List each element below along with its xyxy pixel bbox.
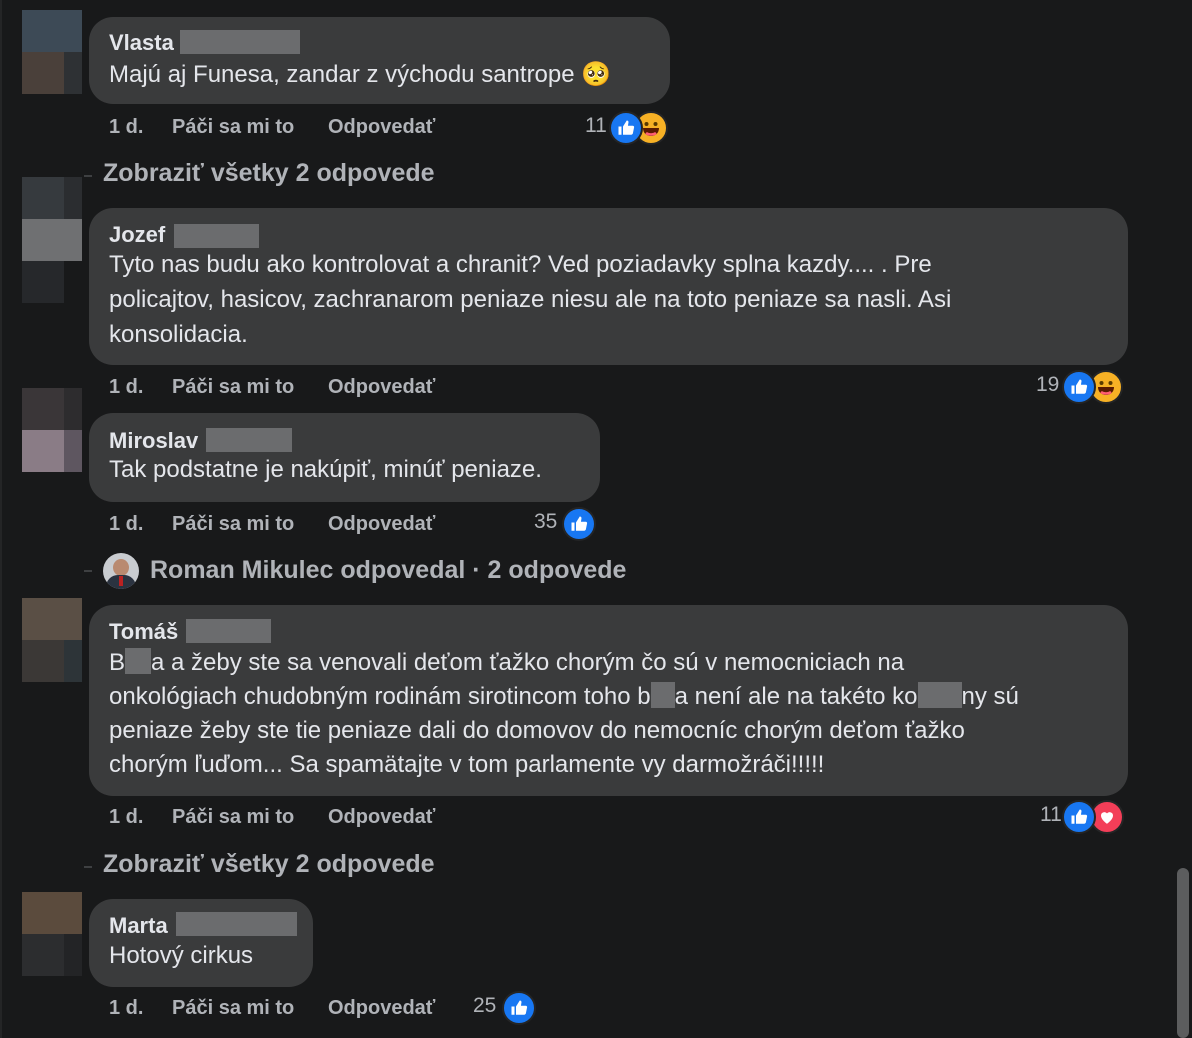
redacted-surname [186,619,271,643]
like-button[interactable]: Páči sa mi to [172,376,294,399]
comment-time[interactable]: 1 d. [109,513,143,536]
reply-connector [84,866,92,868]
comment-time[interactable]: 1 d. [109,997,143,1020]
reaction-summary[interactable]: 25 [473,991,537,1025]
reaction-count: 35 [534,510,558,533]
reply-connector [84,175,92,177]
view-replies-link[interactable]: Zobraziť všetky 2 odpovede [103,850,435,879]
comment-text-line-1: Tyto nas budu ako kontrolovat a chranit?… [109,251,932,278]
view-replies-link[interactable]: Zobraziť všetky 2 odpovede [103,159,435,188]
avatar[interactable] [22,177,82,303]
comment-text-line-2: policajtov, hasicov, zachranarom peniaze… [109,286,952,313]
avatar[interactable] [22,388,82,472]
like-button[interactable]: Páči sa mi to [172,513,294,536]
redacted-surname [176,912,297,936]
reaction-summary[interactable]: 35 [534,507,598,541]
avatar[interactable] [22,598,82,682]
reply-button[interactable]: Odpovedať [328,806,435,829]
comment-bubble: Tomáš Ba a žeby ste sa venovali deťom ťa… [89,605,1128,796]
reply-button[interactable]: Odpovedať [328,116,435,139]
reaction-summary[interactable]: 19 [1036,370,1126,404]
comment-bubble: Miroslav Tak podstatne je nakúpiť, minúť… [89,413,600,502]
reply-connector [84,570,92,572]
comment-time[interactable]: 1 d. [109,376,143,399]
avatar[interactable] [22,892,82,976]
comment-text-line-4: chorým ľuďom... Sa spamätajte v tom parl… [109,751,825,778]
like-icon [609,111,643,145]
redacted-word [917,682,962,708]
comment-text: Tak podstatne je nakúpiť, minúť peniaze. [109,456,542,483]
like-icon [562,507,596,541]
comment-bubble: Vlasta Majú aj Funesa, zandar z východu … [89,17,670,104]
reaction-count: 11 [1040,803,1062,826]
redacted-surname [174,224,259,248]
comment-text-line-2: onkológiach chudobným rodinám sirotincom… [109,682,1019,710]
reaction-count: 11 [585,114,607,137]
comment-text-line-1: Ba a žeby ste sa venovali deťom ťažko ch… [109,648,905,676]
comment-text-line-3: peniaze žeby ste tie peniaze dali do dom… [109,717,965,744]
thread-line [0,0,2,1038]
redacted-surname [206,428,292,452]
reply-author-avatar[interactable] [103,553,139,589]
comment-author[interactable]: Jozef [109,222,165,248]
reaction-summary[interactable]: 11 [585,111,670,145]
like-button[interactable]: Páči sa mi to [172,116,294,139]
redacted-word [650,682,675,708]
reaction-count: 19 [1036,373,1060,396]
reaction-summary[interactable]: 11 [1040,800,1126,834]
scrollbar-thumb[interactable] [1177,868,1189,1038]
redacted-word [125,648,152,674]
like-button[interactable]: Páči sa mi to [172,997,294,1020]
avatar[interactable] [22,10,82,94]
like-icon [1062,370,1096,404]
reply-button[interactable]: Odpovedať [328,376,435,399]
comment-author[interactable]: Tomáš [109,619,178,645]
comment-bubble: Jozef Tyto nas budu ako kontrolovat a ch… [89,208,1128,365]
like-icon [502,991,536,1025]
comment-text: Majú aj Funesa, zandar z východu santrop… [109,61,612,88]
reply-button[interactable]: Odpovedať [328,997,435,1020]
redacted-surname [180,30,300,54]
comment-text: Hotový cirkus [109,942,254,969]
like-icon [1062,800,1096,834]
comment-time[interactable]: 1 d. [109,806,143,829]
comment-bubble: Marta Hotový cirkus [89,899,313,987]
comment-author[interactable]: Marta [109,913,168,939]
like-button[interactable]: Páči sa mi to [172,806,294,829]
comment-time[interactable]: 1 d. [109,116,143,139]
comment-author[interactable]: Miroslav [109,428,198,454]
reply-button[interactable]: Odpovedať [328,513,435,536]
reply-summary-link[interactable]: Roman Mikulec odpovedal · 2 odpovede [150,556,626,585]
reaction-count: 25 [473,994,497,1017]
comment-text-line-3: konsolidacia. [109,321,248,348]
comment-author[interactable]: Vlasta [109,30,174,56]
